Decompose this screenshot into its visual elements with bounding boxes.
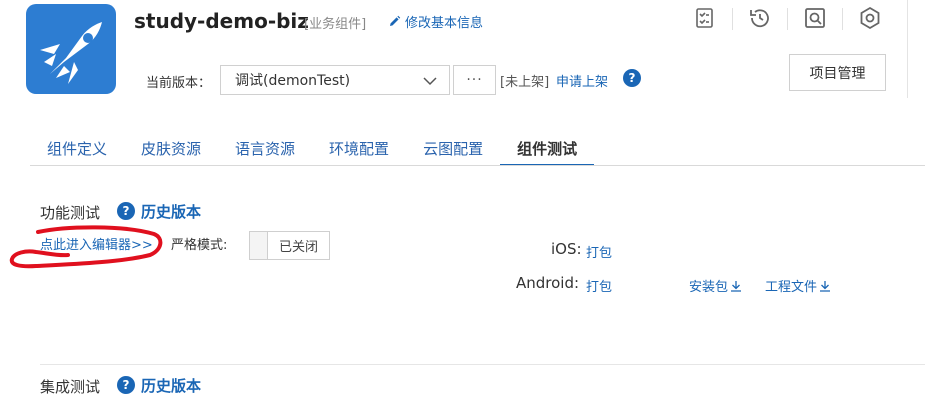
android-label: Android: xyxy=(516,274,580,292)
edit-basic-info-label: 修改基本信息 xyxy=(405,16,484,31)
function-test-title: 功能测试 xyxy=(40,204,101,222)
strict-mode-toggle-label: 已关闭 xyxy=(278,240,318,255)
tab-component-definition[interactable]: 组件定义 xyxy=(30,130,124,166)
android-pack-link[interactable]: 打包 xyxy=(586,276,612,295)
tabs-underline xyxy=(30,165,925,166)
install-package-label: 安装包 xyxy=(689,280,729,295)
header-right-divider xyxy=(907,0,908,98)
more-button[interactable]: ··· xyxy=(453,65,496,95)
help-icon[interactable]: ? xyxy=(117,376,135,394)
help-icon[interactable]: ? xyxy=(117,202,135,220)
tab-language-resources[interactable]: 语言资源 xyxy=(218,130,312,166)
app-logo xyxy=(26,4,116,94)
strict-mode-label: 严格模式: xyxy=(171,238,228,253)
strict-mode-toggle[interactable]: 已关闭 xyxy=(249,231,330,260)
section-divider xyxy=(40,364,925,365)
chevron-down-icon xyxy=(423,77,437,86)
tab-environment-config[interactable]: 环境配置 xyxy=(312,130,406,166)
download-icon xyxy=(731,280,742,292)
current-version-label: 当前版本： xyxy=(146,76,212,91)
function-test-history-link[interactable]: 历史版本 xyxy=(141,201,201,222)
project-management-button[interactable]: 项目管理 xyxy=(789,54,886,91)
install-package-download-link[interactable]: 安装包 xyxy=(689,276,742,295)
help-icon[interactable]: ? xyxy=(623,69,641,87)
integration-test-history-link[interactable]: 历史版本 xyxy=(141,375,201,396)
publish-status: [未上架] xyxy=(500,75,550,90)
version-select-value: 调试(demonTest) xyxy=(235,73,351,89)
edit-basic-info-link[interactable]: 修改基本信息 xyxy=(388,12,483,31)
integration-test-title: 集成测试 xyxy=(40,378,101,396)
download-icon xyxy=(820,280,831,292)
tab-skin-resources[interactable]: 皮肤资源 xyxy=(124,130,218,166)
tab-bar: 组件定义 皮肤资源 语言资源 环境配置 云图配置 组件测试 xyxy=(30,130,595,166)
component-type-tag: [业务组件] xyxy=(304,17,367,32)
ios-pack-link[interactable]: 打包 xyxy=(586,242,612,261)
preview-icon[interactable] xyxy=(803,6,827,30)
annotation-circle xyxy=(9,225,163,269)
toolbar-divider xyxy=(787,8,788,30)
toolbar-divider xyxy=(842,8,843,30)
project-file-download-link[interactable]: 工程文件 xyxy=(765,276,831,295)
project-file-label: 工程文件 xyxy=(765,280,818,295)
settings-icon[interactable] xyxy=(858,6,882,30)
toolbar-divider xyxy=(732,8,733,30)
toggle-knob xyxy=(250,232,268,259)
component-title: study-demo-biz xyxy=(134,9,309,33)
pencil-icon xyxy=(390,15,401,26)
checklist-icon[interactable] xyxy=(693,6,717,30)
tab-cloud-map-config[interactable]: 云图配置 xyxy=(406,130,500,166)
history-icon[interactable] xyxy=(748,6,772,30)
tab-component-test[interactable]: 组件测试 xyxy=(500,130,595,166)
ios-label: iOS: xyxy=(551,240,582,258)
apply-publish-link[interactable]: 申请上架 xyxy=(556,71,608,90)
version-select[interactable]: 调试(demonTest) xyxy=(220,65,450,95)
